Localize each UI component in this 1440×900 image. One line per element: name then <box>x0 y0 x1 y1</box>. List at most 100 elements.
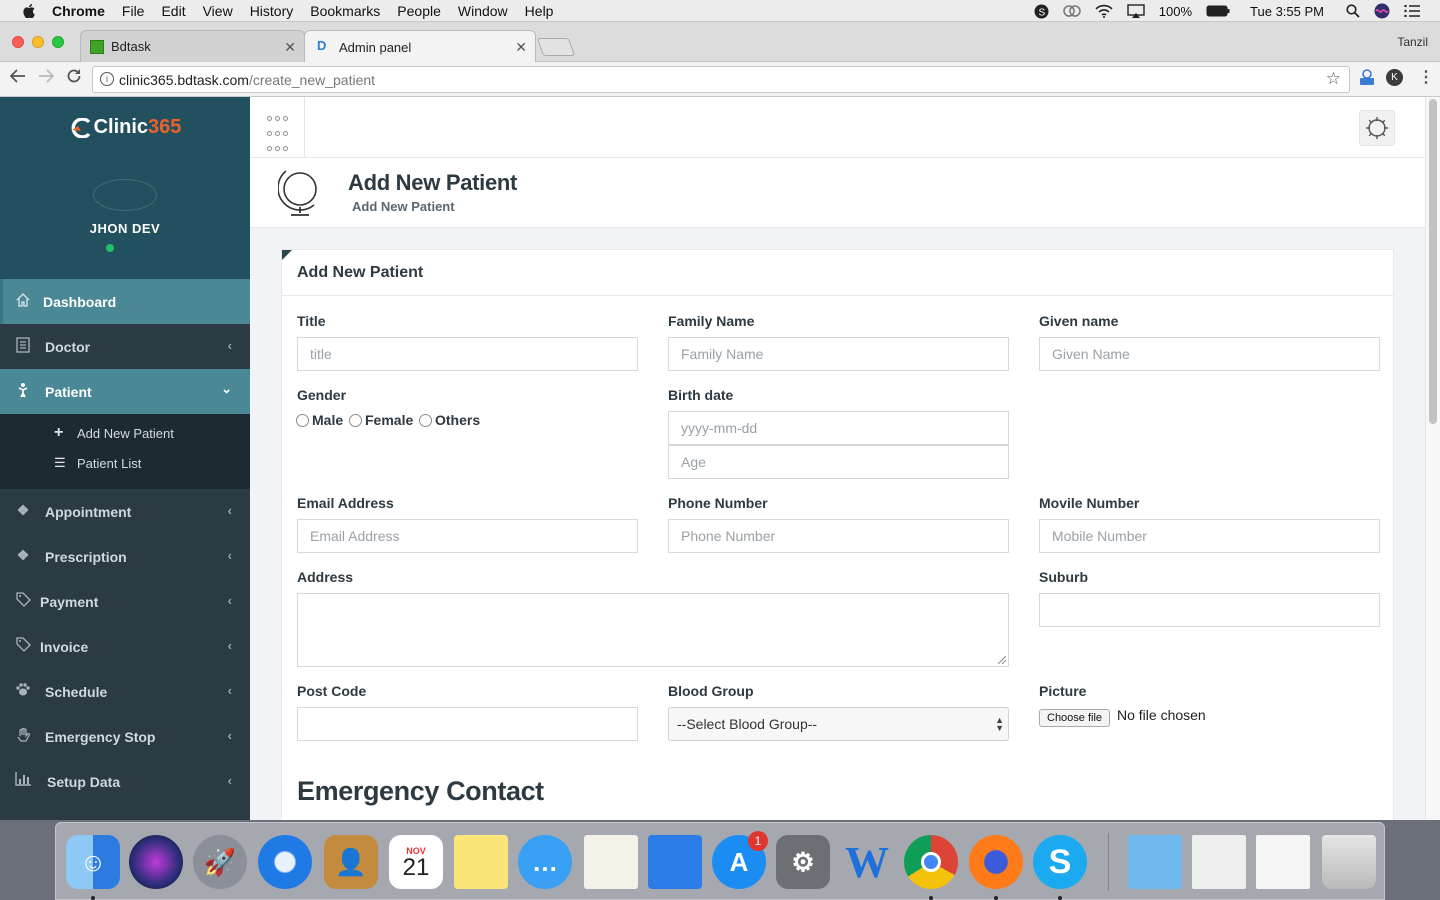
panel-title: Add New Patient <box>282 250 1393 296</box>
skype-status-icon[interactable]: S <box>1034 4 1049 19</box>
email-input[interactable]: Email Address <box>297 519 638 553</box>
avatar[interactable] <box>93 179 157 211</box>
cc-status-icon[interactable] <box>1063 4 1081 18</box>
resize-handle-icon[interactable] <box>998 656 1006 664</box>
menu-bookmarks[interactable]: Bookmarks <box>310 3 380 19</box>
sidebar-item-prescription[interactable]: ❖ Prescription ‹ <box>0 534 250 579</box>
choose-file-button[interactable]: Choose file <box>1039 709 1111 727</box>
chevron-left-icon: ‹ <box>227 338 232 353</box>
settings-gear-icon[interactable] <box>1359 110 1395 146</box>
mobile-input[interactable]: Mobile Number <box>1039 519 1380 553</box>
launchpad-icon[interactable]: 🚀 <box>193 835 247 889</box>
sidebar-item-setup-data[interactable]: Setup Data ‹ <box>0 759 250 804</box>
browser-tab-admin-panel[interactable]: D Admin panel ✕ <box>304 30 536 63</box>
new-tab-button[interactable] <box>536 38 576 56</box>
calendar-icon[interactable]: NOV 21 <box>389 835 443 889</box>
chrome-profile-name[interactable]: Tanzil <box>1397 35 1428 49</box>
spotlight-search-icon[interactable] <box>1346 4 1360 18</box>
wifi-icon[interactable] <box>1095 4 1113 18</box>
home-icon <box>14 292 32 310</box>
menu-file[interactable]: File <box>122 3 145 19</box>
gender-radio-female[interactable]: Female <box>349 412 413 428</box>
menu-edit[interactable]: Edit <box>161 3 185 19</box>
blue-d-icon: D <box>317 38 327 53</box>
downloads-stack-icon[interactable] <box>1256 835 1310 889</box>
family-name-input[interactable]: Family Name <box>668 337 1009 371</box>
page-scrollbar[interactable] <box>1425 97 1440 820</box>
forward-arrow-icon[interactable] <box>38 68 55 89</box>
sidebar-item-schedule[interactable]: Schedule ‹ <box>0 669 250 714</box>
airplay-icon[interactable] <box>1127 4 1145 18</box>
back-arrow-icon[interactable] <box>9 68 26 89</box>
finder-icon[interactable]: ☺ <box>66 835 120 889</box>
window-close-button[interactable] <box>12 36 24 48</box>
extension-icon[interactable] <box>1358 69 1376 92</box>
age-input[interactable]: Age <box>668 445 1009 479</box>
apple-menu-icon[interactable] <box>20 3 38 18</box>
sidebar-item-patient[interactable]: Patient ⌄ <box>0 369 250 414</box>
given-name-input[interactable]: Given Name <box>1039 337 1380 371</box>
siri-dock-icon[interactable] <box>129 835 183 889</box>
close-tab-icon[interactable]: ✕ <box>515 39 527 56</box>
keynote-icon[interactable] <box>648 835 702 889</box>
sidebar-subitem-add-new-patient[interactable]: + Add New Patient <box>0 418 250 448</box>
browser-tab-bdtask[interactable]: Bdtask ✕ <box>80 30 305 62</box>
green-square-icon <box>90 40 104 54</box>
pages-icon[interactable] <box>584 835 638 889</box>
address-textarea[interactable] <box>297 593 1009 667</box>
sidebar-subitem-patient-list[interactable]: ☰ Patient List <box>0 448 250 478</box>
notes-icon[interactable] <box>454 835 508 889</box>
sidebar-item-dashboard[interactable]: Dashboard <box>0 279 250 324</box>
chrome-dock-icon[interactable] <box>904 835 958 889</box>
menu-app-name[interactable]: Chrome <box>52 3 105 19</box>
gender-radio-others[interactable]: Others <box>419 412 480 428</box>
sidebar-item-doctor[interactable]: Doctor ‹ <box>0 324 250 369</box>
firefox-icon[interactable] <box>969 835 1023 889</box>
notification-center-icon[interactable] <box>1404 5 1420 17</box>
reload-icon[interactable] <box>66 68 82 89</box>
sidebar-item-invoice[interactable]: Invoice ‹ <box>0 624 250 669</box>
info-icon[interactable]: i <box>100 72 114 86</box>
skype-icon[interactable]: S <box>1033 835 1087 889</box>
logo[interactable]: Clinic 365 <box>0 97 250 158</box>
trash-icon[interactable] <box>1322 835 1376 889</box>
word-icon[interactable]: W <box>840 835 894 889</box>
url-host: clinic365.bdtask.com <box>119 71 249 88</box>
close-tab-icon[interactable]: ✕ <box>284 39 296 56</box>
scrollbar-thumb[interactable] <box>1429 99 1437 424</box>
sidebar-item-emergency-stop[interactable]: Emergency Stop ‹ <box>0 714 250 759</box>
menu-view[interactable]: View <box>203 3 233 19</box>
menu-help[interactable]: Help <box>525 3 554 19</box>
sidebar-item-payment[interactable]: Payment ‹ <box>0 579 250 624</box>
battery-icon[interactable] <box>1206 5 1230 17</box>
post-code-input[interactable] <box>297 707 638 741</box>
sidebar-item-appointment[interactable]: ❖ Appointment ‹ <box>0 489 250 534</box>
system-preferences-icon[interactable]: ⚙ <box>776 835 830 889</box>
documents-stack-icon[interactable] <box>1192 835 1246 889</box>
add-patient-panel: Add New Patient Title title Family Name … <box>281 249 1394 820</box>
profile-avatar[interactable]: K <box>1386 69 1403 90</box>
window-minimize-button[interactable] <box>32 36 44 48</box>
clock[interactable]: Tue 3:55 PM <box>1250 4 1324 19</box>
menu-window[interactable]: Window <box>458 3 508 19</box>
chrome-menu-icon[interactable]: ⋮ <box>1418 67 1434 87</box>
phone-input[interactable]: Phone Number <box>668 519 1009 553</box>
menu-people[interactable]: People <box>397 3 441 19</box>
contacts-icon[interactable]: 👤 <box>324 835 378 889</box>
gender-radio-male[interactable]: Male <box>296 412 343 428</box>
siri-icon[interactable] <box>1374 3 1390 19</box>
messages-icon[interactable]: … <box>518 835 572 889</box>
address-bar[interactable]: i clinic365.bdtask.com/create_new_patien… <box>92 66 1350 93</box>
battery-percent: 100% <box>1158 3 1193 19</box>
menu-history[interactable]: History <box>250 3 294 19</box>
window-zoom-button[interactable] <box>52 36 64 48</box>
title-input[interactable]: title <box>297 337 638 371</box>
logo-icon <box>71 117 90 138</box>
apps-grid-icon[interactable] <box>250 97 305 158</box>
safari-icon[interactable] <box>258 835 312 889</box>
suburb-input[interactable] <box>1039 593 1380 627</box>
applications-folder-icon[interactable] <box>1128 835 1182 889</box>
bookmark-star-icon[interactable]: ☆ <box>1326 69 1341 89</box>
blood-group-select[interactable]: --Select Blood Group-- ▲ ▼ <box>668 707 1009 741</box>
birth-date-input[interactable]: yyyy-mm-dd <box>668 411 1009 445</box>
